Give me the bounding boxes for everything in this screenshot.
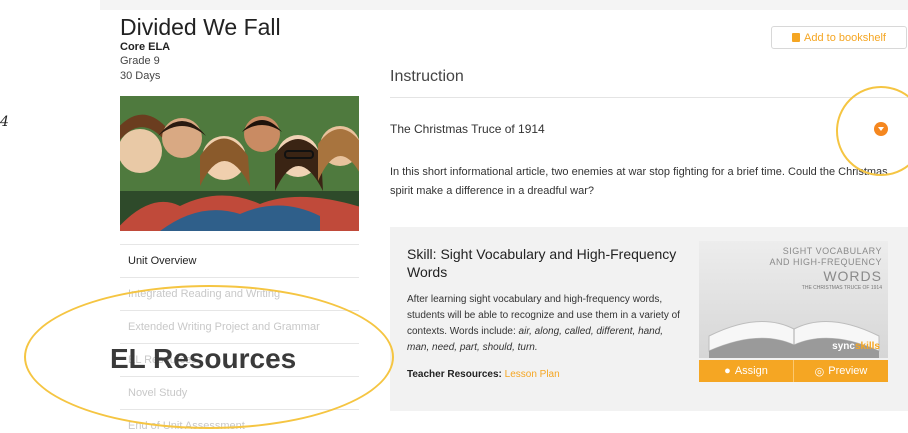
book-icon: [792, 33, 801, 42]
teacher-resources-label: Teacher Resources:: [407, 369, 502, 380]
brand-part-b: skills: [854, 341, 880, 352]
lesson-plan-link[interactable]: Lesson Plan: [505, 369, 560, 380]
assign-button[interactable]: ● Assign: [699, 360, 793, 382]
divider: [390, 97, 908, 98]
skill-description: After learning sight vocabulary and high…: [407, 292, 687, 356]
teacher-resources: Teacher Resources: Lesson Plan: [407, 369, 560, 380]
unit-cover-image: [120, 96, 359, 231]
cover-line-3: WORDS: [823, 268, 882, 284]
cover-line-1: SIGHT VOCABULARY: [782, 246, 882, 256]
cover-subtitle: THE CHRISTMAS TRUCE OF 1914: [801, 285, 882, 291]
skill-cover-image: SIGHT VOCABULARY AND HIGH-FREQUENCY WORD…: [699, 241, 888, 358]
synced-skills-logo: syncskills: [832, 341, 880, 352]
unit-duration: 30 Days: [120, 70, 161, 82]
unit-grade: Grade 9: [120, 55, 160, 67]
nav-item-unit-overview[interactable]: Unit Overview: [120, 244, 359, 277]
top-bar: [100, 0, 908, 10]
cover-line-2: AND HIGH-FREQUENCY: [769, 257, 882, 267]
nav-item-label: Unit Overview: [128, 255, 197, 267]
preview-label: Preview: [828, 365, 868, 377]
margin-mark: 4: [0, 114, 9, 130]
bookshelf-label: Add to bookshelf: [804, 31, 886, 44]
add-to-bookshelf-button[interactable]: Add to bookshelf: [771, 26, 907, 49]
callout-label: EL Resources: [110, 343, 297, 374]
preview-button[interactable]: ◎ Preview: [794, 360, 888, 382]
skill-title[interactable]: Skill: Sight Vocabulary and High-Frequen…: [407, 245, 677, 281]
unit-title: Divided We Fall: [120, 14, 281, 40]
lesson-description: In this short informational article, two…: [390, 166, 888, 197]
eye-icon: ◎: [814, 365, 825, 378]
brand-part-a: sync: [832, 341, 855, 352]
section-heading: Instruction: [390, 68, 464, 85]
skill-card: Skill: Sight Vocabulary and High-Frequen…: [390, 227, 908, 411]
unit-course: Core ELA: [120, 41, 171, 53]
add-user-icon: ●: [724, 365, 731, 377]
lesson-title[interactable]: The Christmas Truce of 1914: [390, 122, 545, 136]
assign-label: Assign: [734, 365, 768, 377]
